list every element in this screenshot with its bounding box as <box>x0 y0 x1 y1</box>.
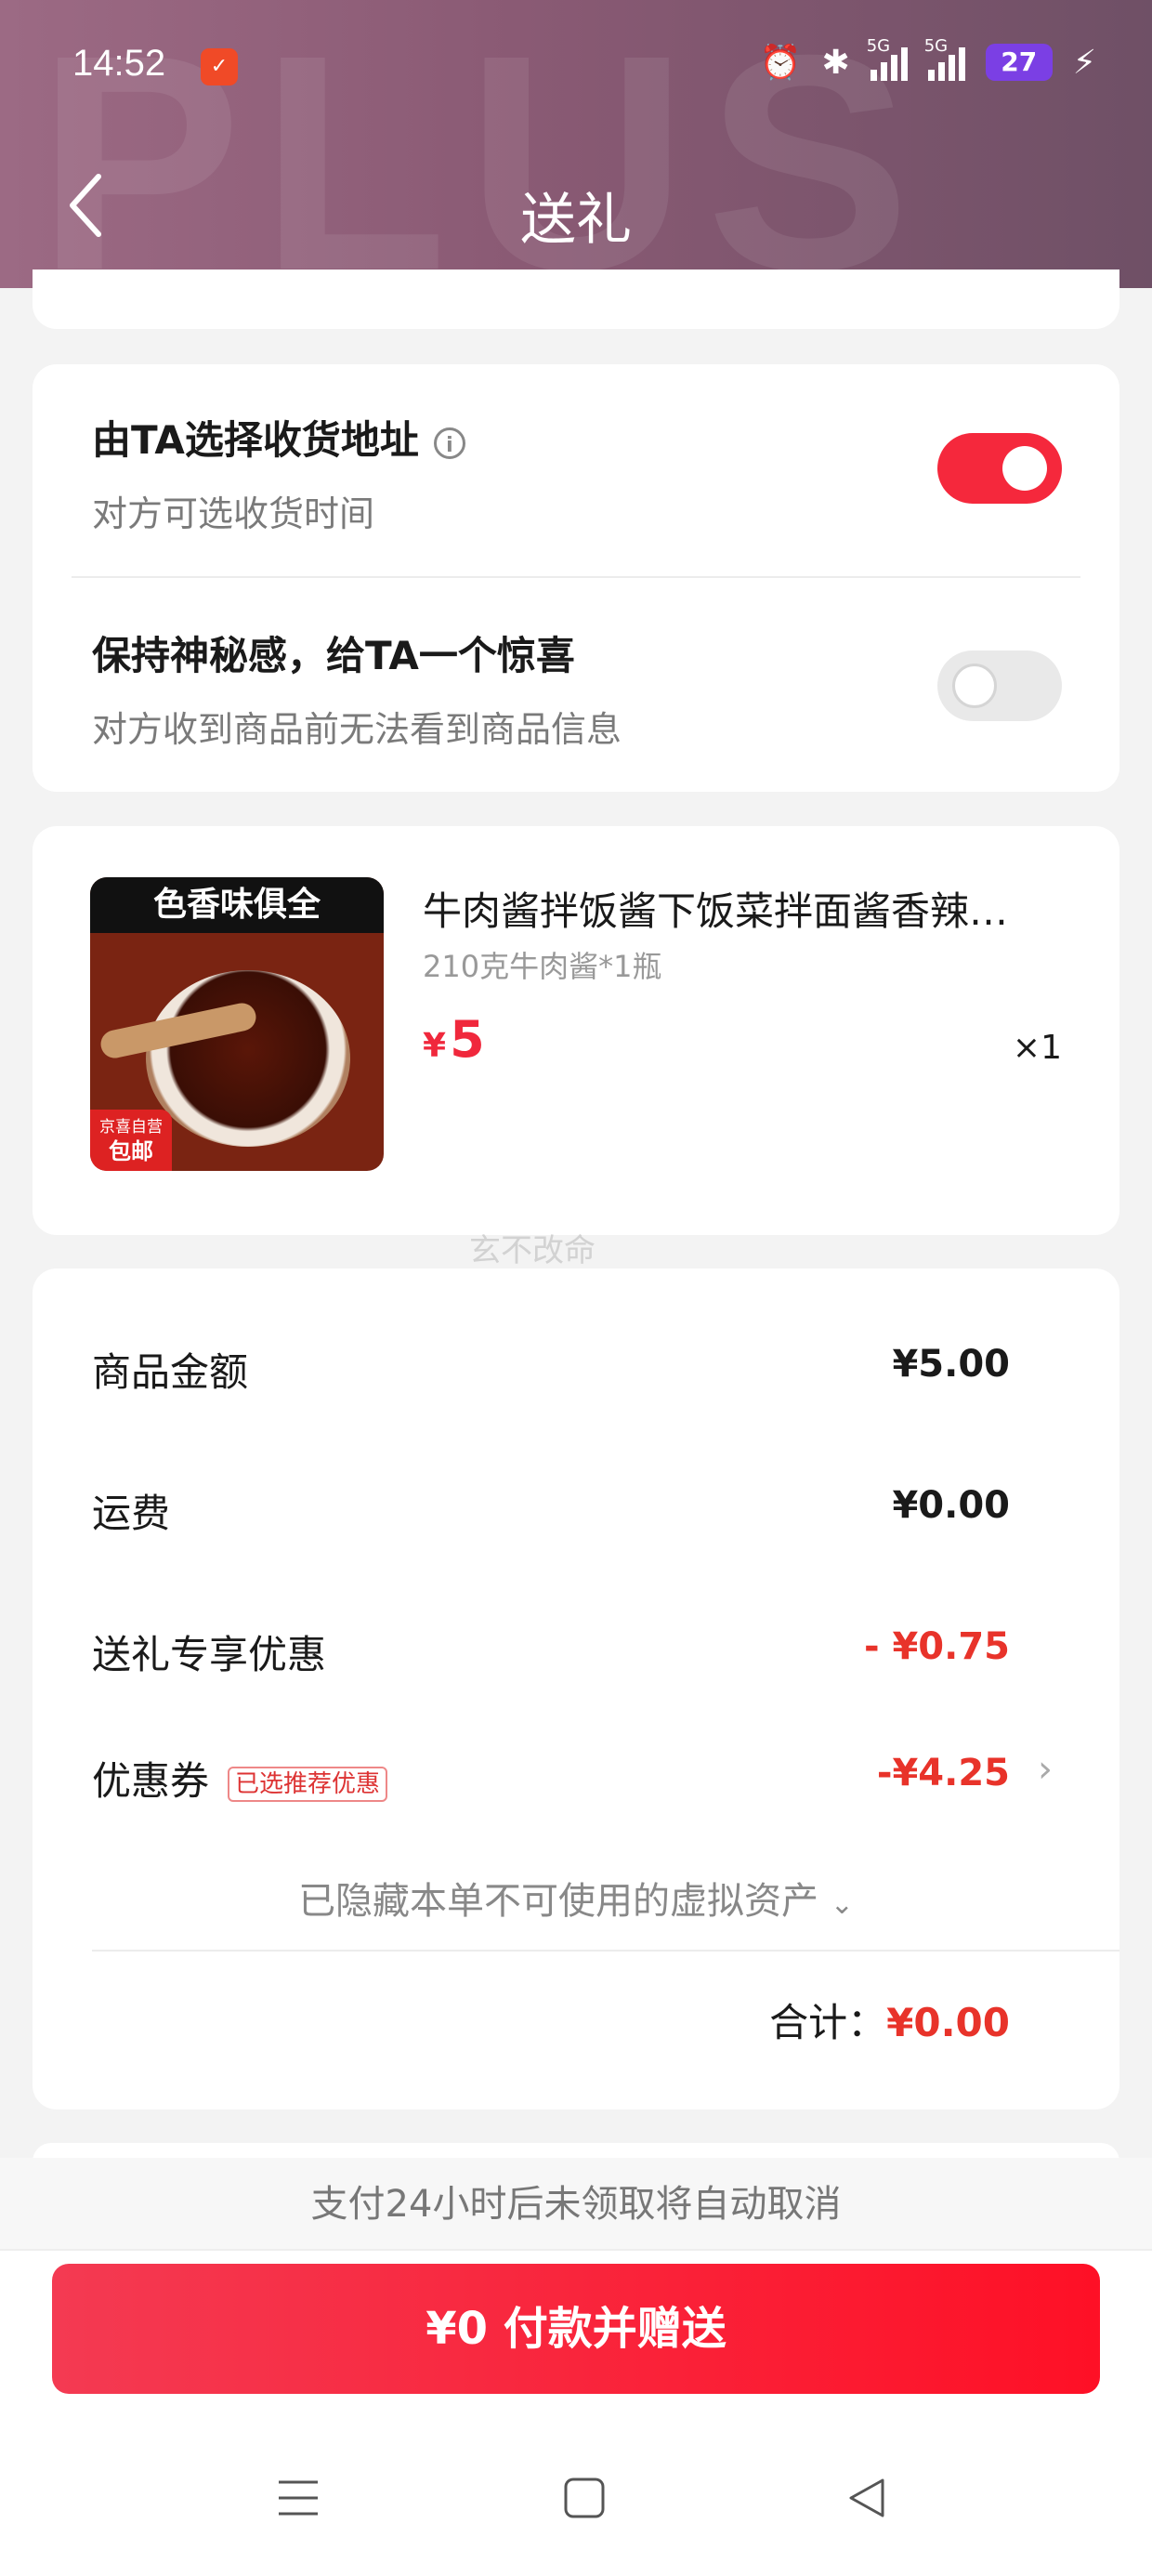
chevron-right-icon[interactable]: › <box>1038 1748 1053 1791</box>
hidden-assets-label: 已隐藏本单不可使用的虚拟资产 <box>298 1880 819 1923</box>
recipient-address-subtitle: 对方可选收货时间 <box>92 493 375 534</box>
divider <box>72 576 1080 578</box>
product-card[interactable]: 色香味俱全 京喜自营 包邮 牛肉酱拌饭酱下饭菜拌面酱香辣… 210克牛肉酱*1瓶… <box>33 826 1119 1235</box>
app-notification-icon: ✓ <box>201 48 238 85</box>
page-title: 送礼 <box>520 188 632 253</box>
status-icons: ⏰ ✱ 5G 5G 27 ⚡ <box>759 36 1096 82</box>
gift-options-card: 由TA选择收货地址 i 对方可选收货时间 保持神秘感，给TA一个惊喜 对方收到商品… <box>33 364 1119 792</box>
hidden-assets-toggle[interactable]: 已隐藏本单不可使用的虚拟资产 ⌄ <box>33 1871 1119 1925</box>
order-total: 合计：¥0.00 <box>769 1991 1010 2048</box>
status-bar: 14:52 ⏰ ✱ 5G 5G 27 ⚡ <box>0 36 1152 102</box>
shipping-label: 运费 <box>92 1491 171 1536</box>
product-name[interactable]: 牛肉酱拌饭酱下饭菜拌面酱香辣… <box>423 880 1092 937</box>
total-value: ¥0.00 <box>886 2000 1010 2045</box>
product-spec: 210克牛肉酱*1瓶 <box>423 949 662 984</box>
divider <box>92 1950 1119 1952</box>
product-image-banner: 色香味俱全 <box>90 877 384 933</box>
gift-discount-value: - ¥0.75 <box>863 1625 1010 1668</box>
watermark-text: 玄不改命 <box>469 1232 596 1269</box>
coupon-tag: 已选推荐优惠 <box>228 1766 388 1802</box>
coupon-row[interactable]: 优惠券 已选推荐优惠 <box>92 1750 388 1807</box>
charging-icon: ⚡ <box>1072 43 1096 82</box>
product-image-badge: 京喜自营 包邮 <box>90 1110 172 1171</box>
coupon-label: 优惠券 <box>92 1758 210 1804</box>
goods-amount-value: ¥5.00 <box>892 1343 1010 1386</box>
product-image[interactable]: 色香味俱全 京喜自营 包邮 <box>90 877 384 1171</box>
total-label: 合计： <box>769 2000 887 2045</box>
product-price: ¥5 <box>423 1010 485 1069</box>
alarm-icon: ⏰ <box>759 44 802 82</box>
menu-nav-icon[interactable] <box>277 2477 320 2519</box>
recipient-address-option: 由TA选择收货地址 i <box>92 409 465 466</box>
header-bar: PLUS 14:52 ⏰ ✱ 5G 5G 27 ⚡ ✓ 送礼 <box>0 0 1152 288</box>
status-time: 14:52 <box>72 43 166 84</box>
info-icon[interactable]: i <box>433 427 465 459</box>
chevron-down-icon: ⌄ <box>830 1888 854 1921</box>
previous-card-edge <box>33 269 1119 329</box>
shipping-value: ¥0.00 <box>892 1484 1010 1527</box>
recipient-address-title: 由TA选择收货地址 <box>92 417 419 463</box>
pay-and-gift-button[interactable]: ¥0 付款并赠送 <box>52 2264 1100 2394</box>
mystery-option-title: 保持神秘感，给TA一个惊喜 <box>92 633 575 678</box>
mystery-toggle[interactable] <box>937 651 1062 721</box>
signal-icon-1: 5G <box>867 36 908 81</box>
bluetooth-icon: ✱ <box>821 43 850 82</box>
product-quantity: ×1 <box>1012 1029 1062 1067</box>
back-nav-icon[interactable] <box>845 2477 888 2519</box>
battery-indicator: 27 <box>985 44 1053 81</box>
mystery-option-subtitle: 对方收到商品前无法看到商品信息 <box>92 709 622 750</box>
price-summary-card: 商品金额 ¥5.00 运费 ¥0.00 送礼专享优惠 - ¥0.75 优惠券 已选… <box>33 1268 1119 2109</box>
goods-amount-label: 商品金额 <box>92 1349 249 1395</box>
recipient-address-toggle[interactable] <box>937 433 1062 504</box>
coupon-value[interactable]: -¥4.25 <box>877 1752 1010 1794</box>
gift-discount-label: 送礼专享优惠 <box>92 1632 327 1677</box>
home-nav-icon[interactable] <box>563 2477 606 2519</box>
cancel-notice: 支付24小时后未领取将自动取消 <box>0 2158 1152 2251</box>
signal-icon-2: 5G <box>924 36 965 81</box>
